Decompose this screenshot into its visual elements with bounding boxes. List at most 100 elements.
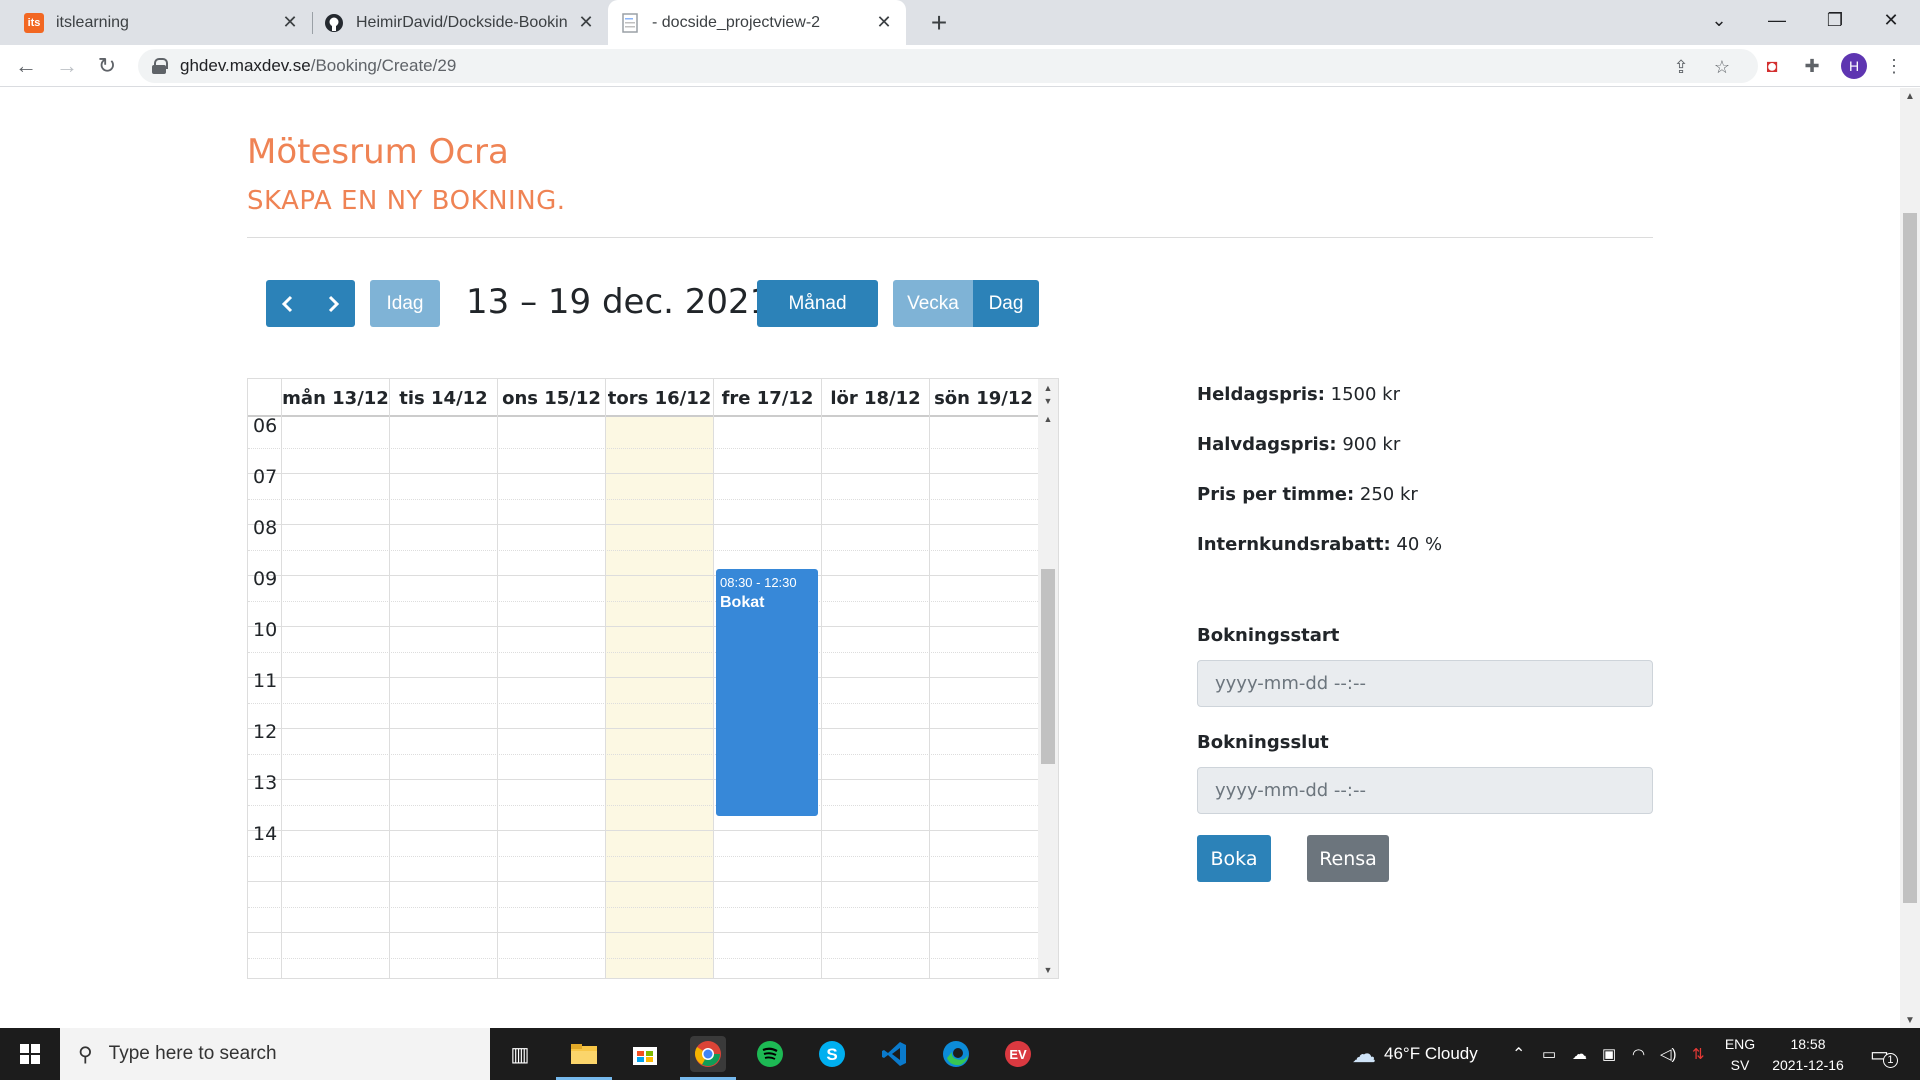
full-day-price-value: 1500 kr: [1324, 384, 1400, 405]
page-subtitle: SKAPA EN NY BOKNING.: [247, 186, 566, 216]
close-icon[interactable]: ✕: [874, 12, 894, 33]
share-icon[interactable]: ⇪: [1670, 56, 1692, 78]
task-view-icon[interactable]: ▥: [502, 1036, 538, 1072]
bookmark-star-icon[interactable]: ☆: [1711, 56, 1733, 78]
next-week-button[interactable]: [310, 280, 355, 327]
pocket-extension-icon[interactable]: ◘: [1760, 54, 1784, 78]
expressvpn-icon[interactable]: EV: [1000, 1036, 1036, 1072]
vscode-icon[interactable]: [876, 1036, 912, 1072]
scrollbar-thumb[interactable]: [1903, 213, 1917, 903]
browser-toolbar: ← → ↻ ghdev.maxdev.se/Booking/Create/29 …: [0, 45, 1920, 87]
scroll-up-icon[interactable]: ▲: [1038, 412, 1058, 426]
slot-line: [248, 550, 1038, 551]
taskbar-search[interactable]: ⚲ Type here to search: [60, 1028, 490, 1080]
forward-icon[interactable]: →: [51, 50, 83, 82]
day-column[interactable]: [281, 417, 389, 978]
clear-button[interactable]: Rensa: [1307, 835, 1389, 882]
close-icon[interactable]: ✕: [576, 12, 596, 33]
weather-widget[interactable]: ☁ 46°F Cloudy: [1352, 1028, 1478, 1080]
chevron-left-icon: [281, 295, 293, 312]
slot-line: [248, 473, 1038, 474]
back-icon[interactable]: ←: [10, 50, 42, 82]
week-view-button[interactable]: Vecka: [893, 280, 973, 327]
skype-icon[interactable]: S: [814, 1036, 850, 1072]
tab-docside[interactable]: - docside_projectview-2 ✕: [608, 0, 906, 45]
today-button[interactable]: Idag: [370, 280, 440, 327]
day-header: sön 19/12: [929, 379, 1037, 417]
booked-event[interactable]: 08:30 - 12:30 Bokat: [716, 569, 818, 816]
book-button[interactable]: Boka: [1197, 835, 1271, 882]
calendar-body[interactable]: 06 07 08 09 10 11 12 13 14 08:30 - 12:30…: [248, 417, 1038, 978]
scroll-down-icon[interactable]: ▼: [1900, 1012, 1920, 1028]
month-view-button[interactable]: Månad: [757, 280, 878, 327]
event-time: 08:30 - 12:30: [720, 575, 797, 590]
tab-itslearning[interactable]: its itslearning ✕: [12, 0, 312, 45]
slot-line: [248, 626, 1038, 627]
spotify-icon[interactable]: [752, 1036, 788, 1072]
day-column[interactable]: [497, 417, 605, 978]
day-column[interactable]: [821, 417, 929, 978]
slot-line: [248, 779, 1038, 780]
onedrive-icon[interactable]: ☁: [1572, 1028, 1587, 1080]
profile-avatar[interactable]: H: [1841, 53, 1867, 79]
wifi-icon[interactable]: ◠: [1632, 1028, 1645, 1080]
restore-button[interactable]: ❐: [1806, 0, 1864, 40]
weather-text: 46°F Cloudy: [1384, 1044, 1478, 1063]
reload-icon[interactable]: ↻: [91, 50, 123, 82]
language-bottom[interactable]: SV: [1720, 1057, 1760, 1073]
minimize-button[interactable]: —: [1748, 0, 1806, 40]
meet-now-icon[interactable]: ▭: [1542, 1028, 1556, 1080]
microsoft-store-icon[interactable]: [627, 1036, 663, 1072]
menu-kebab-icon[interactable]: ⋮: [1882, 54, 1906, 78]
file-explorer-icon[interactable]: [566, 1036, 602, 1072]
day-view-button[interactable]: Dag: [973, 280, 1039, 327]
tab-bar: its itslearning ✕ HeimirDavid/Dockside-B…: [0, 0, 1920, 45]
slot-line: [248, 524, 1038, 525]
lock-icon[interactable]: [152, 58, 168, 74]
booking-end-input[interactable]: yyyy-mm-dd --:--: [1197, 767, 1653, 814]
page-scrollbar[interactable]: ▲ ▼: [1900, 88, 1920, 1028]
tab-search-icon[interactable]: ⌄: [1690, 0, 1748, 40]
half-day-price-label: Halvdagspris:: [1197, 434, 1337, 455]
tab-github[interactable]: HeimirDavid/Dockside-Booking-F ✕: [312, 0, 608, 45]
scroll-up-icon[interactable]: ▲: [1038, 381, 1058, 395]
clock-date[interactable]: 2021-12-16: [1760, 1057, 1856, 1073]
scrollbar-thumb[interactable]: [1041, 569, 1055, 764]
svg-text:EV: EV: [1009, 1047, 1027, 1062]
booking-start-input[interactable]: yyyy-mm-dd --:--: [1197, 660, 1653, 707]
day-header: mån 13/12: [281, 379, 389, 417]
url-path: /Booking/Create/29: [310, 56, 457, 75]
url-text[interactable]: ghdev.maxdev.se/Booking/Create/29: [180, 56, 456, 76]
day-column-today[interactable]: [605, 417, 713, 978]
calendar-scrollbar[interactable]: ▲ ▼ ▲ ▼: [1038, 379, 1058, 978]
address-bar[interactable]: ghdev.maxdev.se/Booking/Create/29 ⇪ ☆: [138, 49, 1758, 83]
prev-week-button[interactable]: [266, 280, 310, 327]
new-tab-button[interactable]: +: [922, 6, 956, 40]
language-top[interactable]: ENG: [1720, 1036, 1760, 1052]
extensions-puzzle-icon[interactable]: ✚: [1800, 54, 1824, 78]
week-calendar: mån 13/12 tis 14/12 ons 15/12 tors 16/12…: [247, 378, 1059, 979]
room-title: Mötesrum Ocra: [247, 132, 509, 172]
hourly-price-value: 250 kr: [1354, 484, 1418, 505]
network-monitor-icon[interactable]: ▣: [1602, 1028, 1616, 1080]
day-column[interactable]: [389, 417, 497, 978]
day-header: lör 18/12: [821, 379, 929, 417]
day-column[interactable]: [929, 417, 1037, 978]
slot-line: [248, 958, 1038, 959]
volume-icon[interactable]: ◁): [1660, 1028, 1677, 1080]
notifications-icon[interactable]: ▭ 1: [1870, 1028, 1898, 1080]
scroll-down-icon[interactable]: ▼: [1038, 963, 1058, 977]
slot-line: [248, 932, 1038, 933]
day-header: tis 14/12: [389, 379, 497, 417]
window-close-button[interactable]: ✕: [1862, 0, 1920, 40]
scroll-up-icon[interactable]: ▲: [1900, 88, 1920, 104]
slot-line: [248, 601, 1038, 602]
chrome-icon[interactable]: [690, 1036, 726, 1072]
vpn-tray-icon[interactable]: ⇅: [1692, 1028, 1705, 1080]
clock-time[interactable]: 18:58: [1760, 1036, 1856, 1052]
close-icon[interactable]: ✕: [280, 12, 300, 33]
start-button[interactable]: [0, 1028, 60, 1080]
show-hidden-icons[interactable]: ⌃: [1512, 1028, 1525, 1080]
edge-icon[interactable]: [938, 1036, 974, 1072]
scroll-down-icon[interactable]: ▼: [1038, 394, 1058, 408]
